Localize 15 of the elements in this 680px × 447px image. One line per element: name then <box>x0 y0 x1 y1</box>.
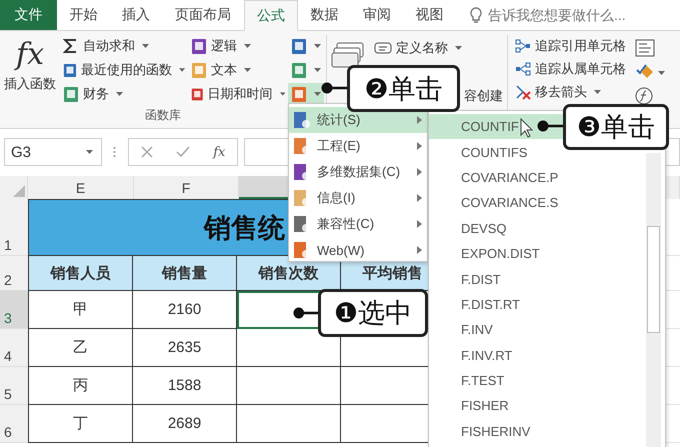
table-cell: 甲 <box>28 291 133 329</box>
callout: ❶选中 <box>318 289 428 337</box>
table-cell: 1588 <box>133 367 237 405</box>
table-cell: 丁 <box>28 405 133 443</box>
column-heading-cell: 销售次数 <box>237 256 341 291</box>
group-label: 函数库 <box>145 107 181 124</box>
table-cell: 乙 <box>28 329 133 367</box>
table-cell: 2635 <box>133 329 237 367</box>
table-cell: 2160 <box>133 291 237 329</box>
column-heading-cell: 销售人员 <box>28 256 133 291</box>
callout: ❸单击 <box>563 104 669 150</box>
table-cell: 丙 <box>28 367 133 405</box>
column-heading-cell: 销售量 <box>133 256 237 291</box>
table-cell: 2689 <box>133 405 237 443</box>
callout: ❷单击 <box>347 65 460 112</box>
